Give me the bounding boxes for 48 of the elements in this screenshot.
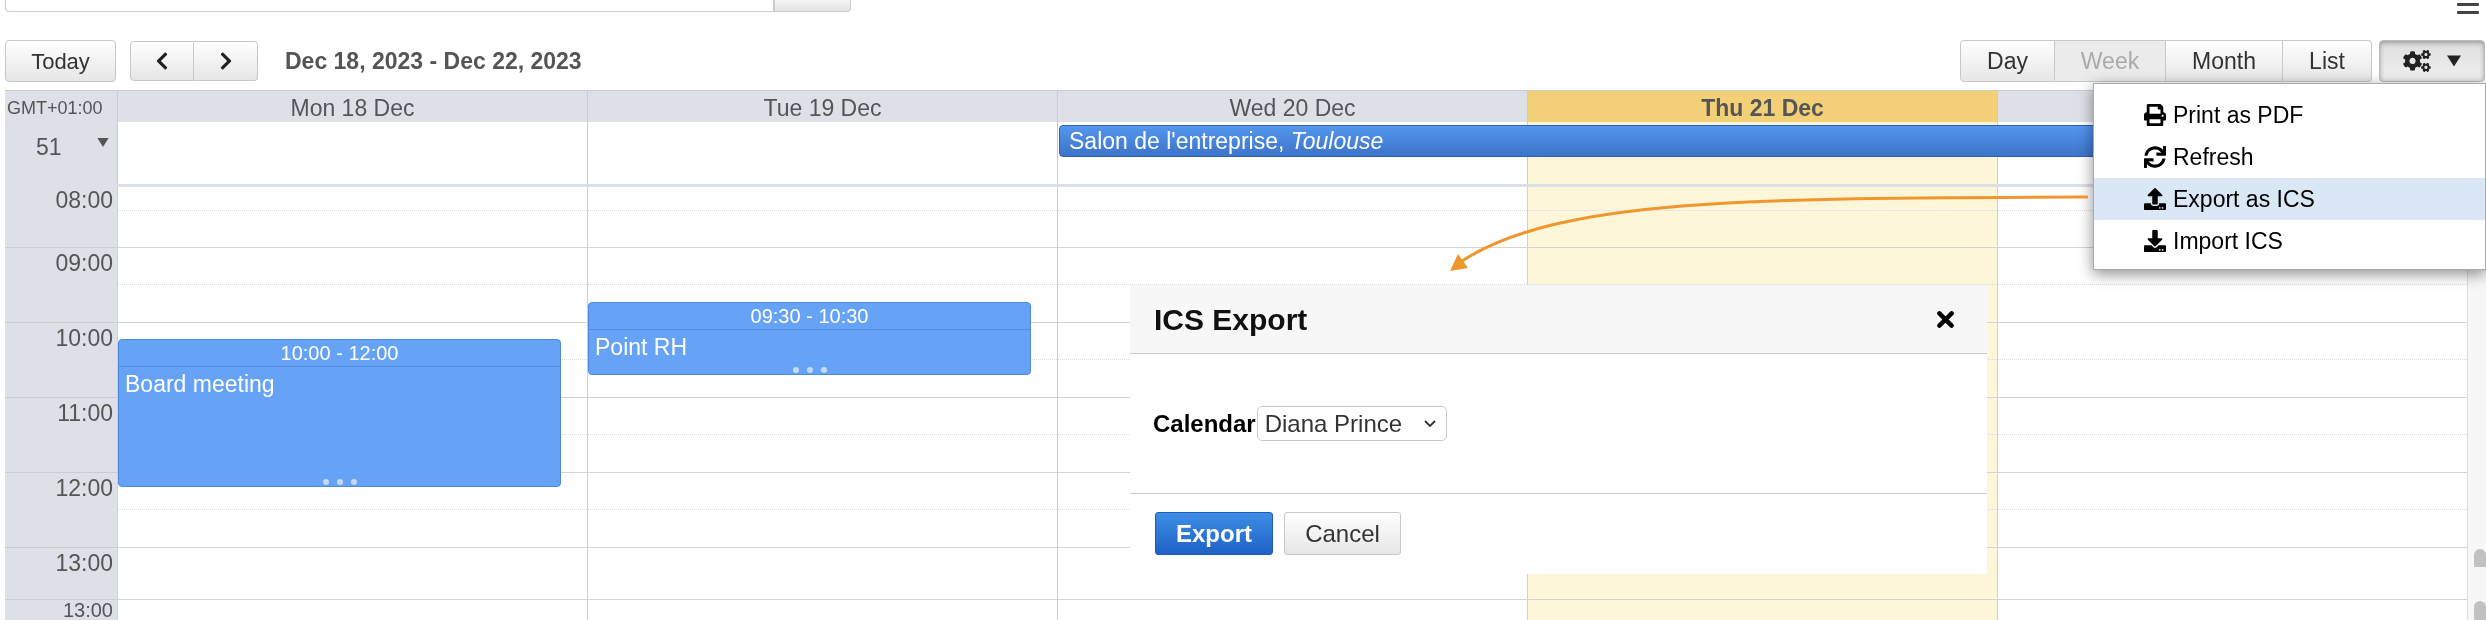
menu-item[interactable]: Import ICS [2094, 220, 2485, 262]
time-label: 10:00 [55, 327, 113, 350]
view-tab[interactable]: Day [1960, 40, 2055, 82]
menu-item[interactable]: Print as PDF [2094, 94, 2485, 136]
date-range: Dec 18, 2023 - Dec 22, 2023 [285, 46, 582, 76]
menu-item[interactable]: Refresh [2094, 136, 2485, 178]
next-button[interactable] [194, 41, 258, 81]
download-icon [2144, 230, 2166, 252]
text-field[interactable] [5, 0, 774, 12]
calendar-select[interactable]: Diana Prince [1256, 406, 1447, 441]
scrollbar-thumb[interactable] [2474, 549, 2486, 567]
time-label: 13:00 [62, 600, 113, 620]
chevron-down-icon [1423, 420, 1436, 427]
time-label: 13:00 [55, 552, 113, 575]
today-button[interactable]: Today [5, 40, 116, 82]
export-button[interactable]: Export [1155, 512, 1273, 555]
dialog-title: ICS Export [1154, 301, 1308, 338]
event-time: 09:30 - 10:30 [589, 302, 1030, 330]
time-label: 08:00 [55, 189, 113, 212]
gears-icon [2403, 50, 2431, 72]
upload-icon [2144, 188, 2166, 210]
close-icon[interactable] [1937, 310, 1954, 328]
chevron-left-icon [155, 51, 169, 71]
event-time: 10:00 - 12:00 [119, 340, 560, 367]
settings-menu-button[interactable] [2379, 40, 2485, 82]
chevron-right-icon [218, 51, 233, 71]
timezone-label: GMT+01:00 [7, 96, 103, 120]
event-title: Board meeting [124, 370, 276, 398]
resize-handle-icon[interactable] [322, 479, 357, 485]
time-label: 11:00 [57, 402, 113, 425]
view-tab[interactable]: Month [2166, 40, 2283, 82]
caret-down-icon [95, 138, 110, 147]
refresh-icon [2144, 146, 2166, 168]
week-number: 51 [36, 133, 62, 162]
field-button[interactable] [774, 0, 851, 12]
printer-icon [2144, 104, 2166, 126]
time-label: 09:00 [55, 252, 113, 275]
resize-handle-icon[interactable] [792, 366, 827, 373]
event-title: Point RH [594, 332, 689, 361]
field-label: Calendar [1153, 408, 1256, 439]
time-label: 12:00 [55, 477, 113, 500]
menu-item[interactable]: Export as ICS [2094, 178, 2485, 220]
previous-button[interactable] [130, 41, 194, 81]
cancel-button[interactable]: Cancel [1284, 512, 1401, 555]
scrollbar-thumb[interactable] [2474, 601, 2486, 620]
caret-down-icon [2447, 55, 2461, 67]
menu-icon[interactable] [2457, 3, 2479, 14]
view-tab[interactable]: List [2283, 40, 2372, 82]
